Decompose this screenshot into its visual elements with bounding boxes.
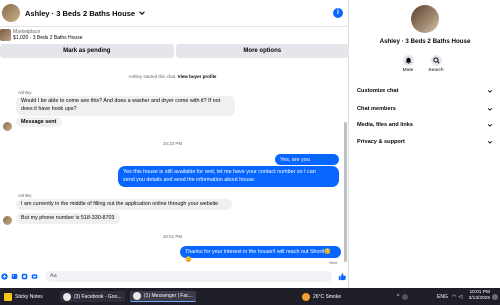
taskbar-label: (3) Facebook - Goo... — [74, 293, 122, 300]
message-text: Message sent — [21, 119, 57, 125]
view-buyer-profile-link[interactable]: View buyer profile — [178, 74, 217, 79]
chat-started-text: Ashley started this chat. — [128, 74, 177, 79]
browser-icon — [133, 292, 141, 300]
message-text: Thanks for your interest in the house!I … — [185, 249, 331, 263]
timestamp: 10:23 PM — [162, 141, 183, 146]
listing-thumbnail — [0, 29, 11, 41]
info-icon[interactable]: i — [333, 8, 343, 18]
search-icon — [432, 57, 440, 64]
section-chat-members[interactable]: Chat members — [357, 106, 493, 112]
mark-as-pending-button[interactable]: Mark as pending — [0, 44, 174, 58]
image-icon[interactable] — [11, 273, 18, 280]
section-label: Privacy & support — [357, 139, 405, 145]
section-media-files-links[interactable]: Media, files and links — [357, 122, 493, 128]
network-volume[interactable]: ◠ ◁ — [452, 290, 462, 303]
scrollbar[interactable] — [344, 62, 348, 266]
search-button[interactable]: Search — [426, 55, 446, 73]
chat-start-notice: Ashley started this chat. View buyer pro… — [0, 74, 345, 79]
message-bubble-outgoing[interactable]: Yes, are you interested? — [275, 154, 339, 171]
listing-price: $1,020 · 3 Beds 2 Baths House — [13, 35, 83, 41]
taskbar: Sticky Notes (3) Facebook - Goo... (1) M… — [0, 288, 500, 305]
message-text: Yes this house is still available for re… — [123, 169, 316, 175]
sender-name: Ashley — [18, 193, 32, 198]
sender-name: Ashley — [18, 90, 32, 95]
message-status: Sent — [329, 260, 338, 265]
more-options-button[interactable]: More options — [175, 44, 349, 58]
section-label: Media, files and links — [357, 122, 413, 128]
section-customize-chat[interactable]: Customize chat — [357, 88, 493, 94]
message-bubble-outgoing[interactable]: Thanks for your interest in the house!I … — [180, 246, 341, 263]
thumbs-up-icon[interactable] — [338, 272, 346, 281]
avatar — [3, 216, 12, 225]
language-indicator[interactable]: ENG — [437, 290, 448, 303]
section-label: Customize chat — [357, 88, 399, 94]
bell-icon — [405, 57, 411, 64]
taskbar-facebook-tab[interactable]: (3) Facebook - Goo... — [60, 291, 125, 302]
chevron-down-icon — [487, 123, 493, 127]
add-icon[interactable] — [1, 273, 8, 280]
message-bubble-incoming[interactable]: But my phone number is 518-330-8703 — [16, 213, 120, 224]
scroll-thumb[interactable] — [344, 122, 347, 262]
chevron-down-icon[interactable] — [138, 9, 146, 17]
chat-title[interactable]: Ashley · 3 Beds 2 Baths House — [25, 9, 135, 18]
message-text: Would I be able to come see this? And do… — [21, 98, 221, 104]
taskbar-sticky-notes[interactable]: Sticky Notes — [4, 291, 43, 302]
listing-actions: Mark as pending More options — [0, 44, 349, 58]
composer: Aa — [0, 270, 349, 284]
gif-icon[interactable] — [31, 273, 38, 280]
browser-icon — [63, 292, 71, 301]
message-text: But my phone number is 518-330-8703 — [21, 215, 115, 221]
chat-details-panel: Ashley · 3 Beds 2 Baths House Mute Searc… — [350, 0, 500, 288]
message-text: does it have hook ups? — [21, 106, 77, 112]
system-tray[interactable]: ^ — [397, 290, 409, 303]
section-privacy-support[interactable]: Privacy & support — [357, 139, 493, 145]
notifications-icon[interactable] — [492, 290, 498, 303]
profile-name: Ashley · 3 Beds 2 Baths House — [379, 38, 471, 45]
search-label: Search — [428, 68, 444, 73]
message-bubble-incoming[interactable]: Message sent — [16, 117, 62, 127]
message-input[interactable]: Aa — [45, 271, 332, 282]
chat-header: Ashley · 3 Beds 2 Baths House i — [0, 0, 349, 27]
taskbar-messenger-tab[interactable]: (1) Messenger | Fac... — [130, 291, 196, 302]
taskbar-label: (1) Messenger | Fac... — [144, 293, 193, 299]
section-label: Chat members — [357, 106, 396, 112]
clock[interactable]: 10:01 PM 3/13/2025 — [462, 290, 490, 302]
mute-label: Mute — [402, 68, 414, 73]
weather-widget[interactable]: 26°C Smoke — [302, 290, 341, 303]
mute-button[interactable]: Mute — [398, 55, 418, 73]
message-text: send you details and send the informatio… — [123, 177, 256, 183]
taskbar-label: Sticky Notes — [15, 293, 43, 300]
message-text: I am currently in the middle of filling … — [21, 201, 219, 207]
clock-date: 3/13/2025 — [468, 296, 490, 301]
wifi-icon: ◠ — [452, 293, 457, 300]
profile-avatar[interactable] — [411, 5, 439, 33]
chat-pane: Ashley · 3 Beds 2 Baths House i Marketpl… — [0, 0, 349, 288]
listing-summary[interactable]: Marketplace $1,020 · 3 Beds 2 Baths Hous… — [0, 28, 349, 42]
sticker-icon[interactable] — [21, 273, 28, 280]
tray-icon[interactable] — [402, 293, 409, 300]
chevron-down-icon — [487, 140, 493, 144]
message-bubble-incoming[interactable]: Would I be able to come see this? And do… — [16, 96, 235, 116]
chevron-down-icon — [487, 89, 493, 93]
avatar — [3, 122, 12, 131]
chevron-down-icon — [487, 107, 493, 111]
weather-text: 26°C Smoke — [313, 293, 342, 300]
sticky-notes-icon — [4, 292, 12, 301]
timestamp: 10:01 PM — [162, 234, 183, 239]
avatar[interactable] — [2, 4, 20, 22]
message-bubble-outgoing[interactable]: Yes this house is still available for re… — [118, 166, 339, 187]
weather-icon — [302, 292, 310, 301]
chevron-up-icon[interactable]: ^ — [397, 294, 399, 300]
message-bubble-incoming[interactable]: I am currently in the middle of filling … — [16, 199, 232, 210]
